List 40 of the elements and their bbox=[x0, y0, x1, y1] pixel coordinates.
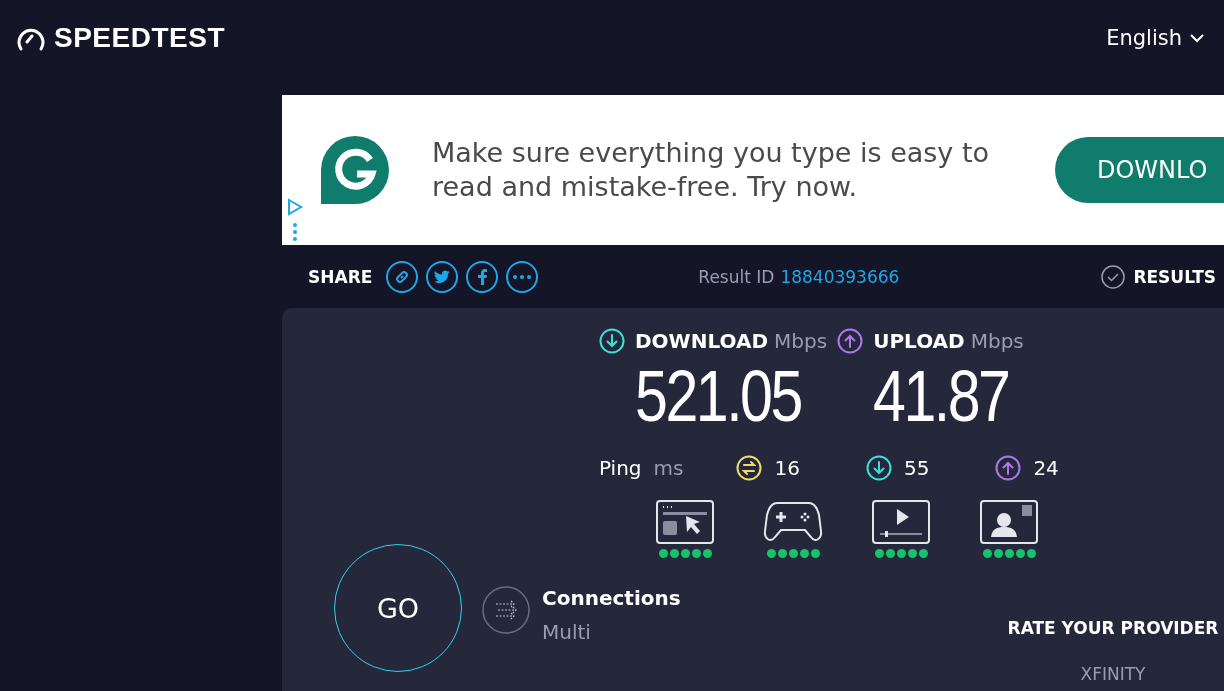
connections-icon bbox=[482, 586, 530, 634]
language-selector[interactable]: English bbox=[1106, 26, 1204, 50]
download-button[interactable]: DOWNLO bbox=[1055, 137, 1224, 203]
facebook-icon bbox=[477, 268, 487, 285]
link-share-button[interactable] bbox=[386, 260, 419, 293]
facebook-share-button[interactable] bbox=[466, 260, 499, 293]
result-id-link[interactable]: 18840393666 bbox=[780, 266, 900, 287]
video-call-icon bbox=[980, 500, 1038, 544]
speed-value: 41.87 bbox=[873, 355, 1009, 438]
link-icon bbox=[394, 268, 411, 285]
speed-label: UPLOAD bbox=[873, 329, 965, 353]
bird-icon bbox=[434, 269, 451, 284]
gamepad-icon bbox=[763, 500, 823, 544]
chevron-down-icon bbox=[1190, 33, 1204, 43]
unit-label: ms bbox=[653, 456, 684, 480]
browser-cursor-icon bbox=[656, 500, 714, 544]
share-label: SHARE bbox=[308, 266, 373, 287]
twitter-share-button[interactable] bbox=[426, 260, 459, 293]
unit-label: Mbps bbox=[774, 329, 828, 353]
speed-value: 521.05 bbox=[635, 355, 801, 438]
result-id-label: Result ID bbox=[698, 266, 775, 287]
more-icon bbox=[513, 274, 532, 279]
check-circle-icon bbox=[1101, 264, 1126, 289]
ping-value: 55 bbox=[903, 456, 930, 480]
connections-label: Connections bbox=[542, 586, 681, 610]
rate-provider-title: RATE YOUR PROVIDER bbox=[1007, 618, 1219, 638]
g-logo-icon bbox=[320, 135, 390, 205]
logo-text[interactable]: SPEEDTEST bbox=[54, 22, 225, 54]
ad-text: Make sure everything you type is easy to read and mistake-free. Try now. bbox=[432, 136, 991, 204]
results-button[interactable]: RESULTS bbox=[1101, 264, 1224, 289]
ping-label: Ping bbox=[599, 456, 642, 480]
more-share-button[interactable] bbox=[506, 260, 539, 293]
unit-label: Mbps bbox=[970, 329, 1024, 353]
exchange-arrows-icon bbox=[736, 455, 763, 481]
ping-value: 16 bbox=[774, 456, 800, 480]
connections-value: Multi bbox=[542, 620, 592, 644]
provider-name: XFINITY bbox=[1080, 664, 1146, 684]
speed-label: DOWNLOAD bbox=[635, 329, 768, 353]
video-player-icon bbox=[872, 500, 930, 544]
ping-value: 24 bbox=[1033, 456, 1059, 480]
